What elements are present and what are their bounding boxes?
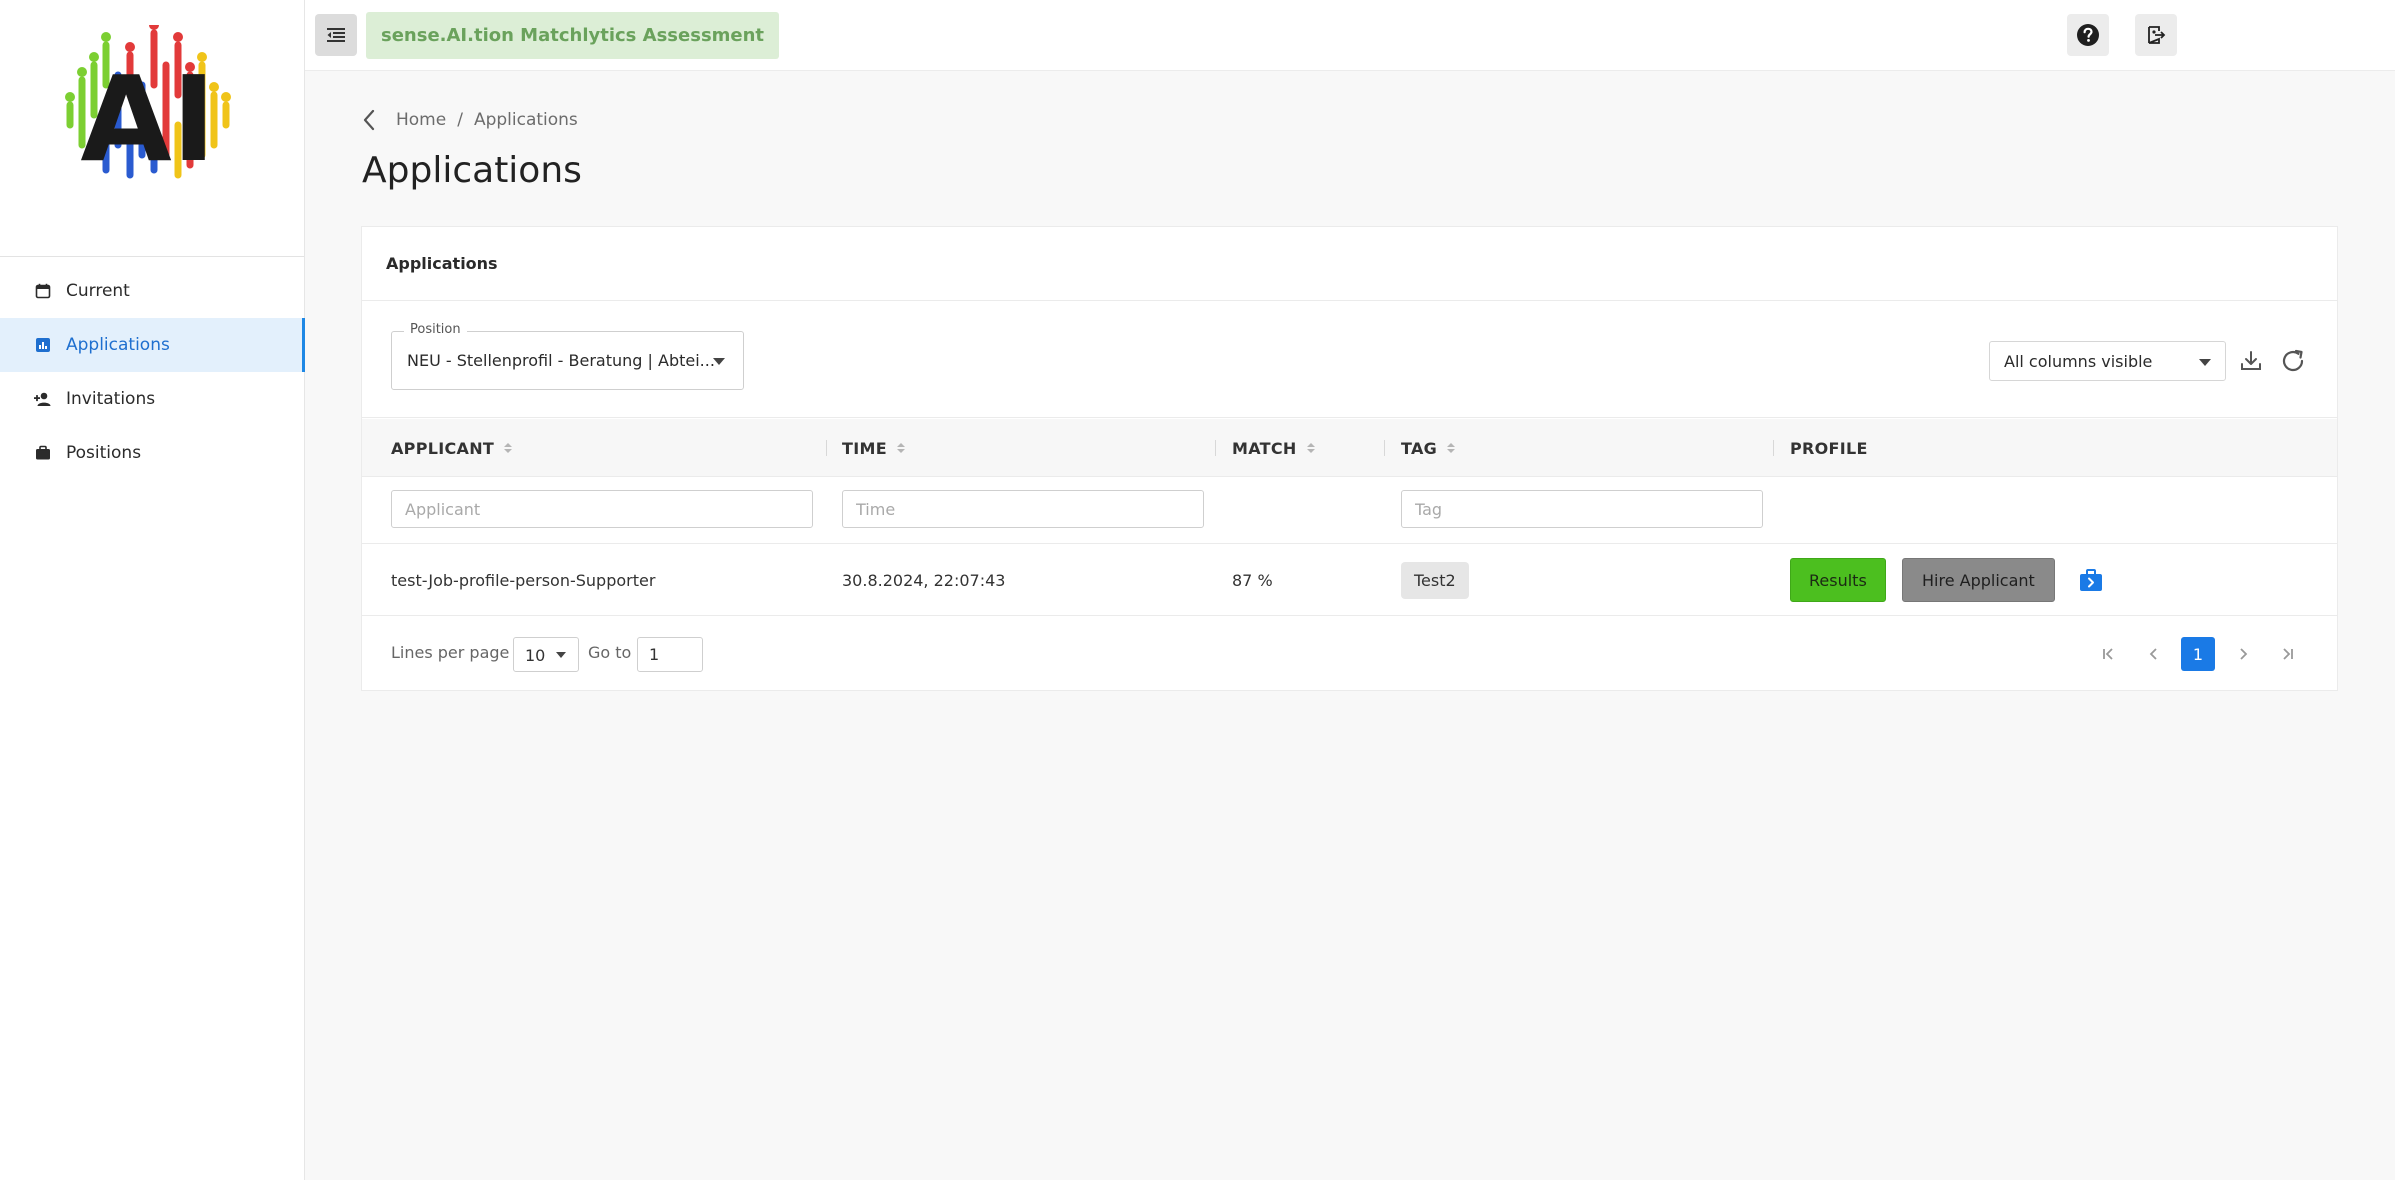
position-value: NEU - Stellenprofil - Beratung | Abtei..… — [407, 351, 715, 370]
person-add-icon — [34, 390, 52, 408]
results-button[interactable]: Results — [1790, 558, 1886, 602]
refresh-button[interactable] — [2277, 345, 2309, 377]
last-page-icon — [2283, 648, 2293, 660]
table-row: test-Job-profile-person-Supporter 30.8.2… — [362, 544, 2337, 616]
chevron-right-icon — [2240, 648, 2248, 660]
caret-down-icon — [2199, 359, 2211, 366]
logo-icon: AI — [65, 20, 231, 188]
pagination-bar: Lines per page 10 Go to 1 — [362, 617, 2337, 691]
sidebar-item-label: Current — [66, 281, 130, 301]
column-header-match[interactable]: MATCH — [1232, 419, 1315, 477]
refresh-icon — [2282, 349, 2304, 372]
sort-icon — [896, 443, 905, 453]
chevron-left-icon — [363, 109, 375, 131]
match-cell: 87 % — [1232, 570, 1273, 590]
sidebar-item-label: Positions — [66, 443, 142, 463]
logo: AI — [60, 20, 245, 205]
column-header-label: TAG — [1401, 438, 1438, 458]
sidebar-item-applications[interactable]: Applications — [0, 318, 305, 372]
column-divider — [1384, 440, 1385, 456]
time-cell: 30.8.2024, 22:07:43 — [842, 570, 1006, 590]
applications-card: Applications Position NEU - Stellenprofi… — [361, 226, 2338, 691]
sidebar-item-positions[interactable]: Positions — [0, 426, 305, 480]
svg-text:AI: AI — [80, 50, 215, 188]
column-header-time[interactable]: TIME — [842, 419, 905, 477]
open-profile-button[interactable] — [2078, 567, 2104, 593]
sort-icon — [1306, 443, 1315, 453]
breadcrumb: Home / Applications — [362, 106, 578, 134]
goto-label: Go to — [588, 643, 632, 662]
caret-down-icon — [713, 358, 725, 365]
page-title: Applications — [362, 150, 582, 191]
download-icon — [2241, 351, 2261, 370]
help-button[interactable] — [2067, 14, 2109, 56]
column-divider — [826, 440, 827, 456]
breadcrumb-separator: / — [457, 110, 463, 130]
logout-icon — [2148, 26, 2166, 44]
lines-per-page-value: 10 — [525, 646, 546, 665]
column-header-profile: PROFILE — [1790, 419, 1868, 477]
column-header-tag[interactable]: TAG — [1401, 419, 1456, 477]
sidebar-nav: Current Applications Invitations Positio… — [0, 264, 305, 480]
time-filter-input[interactable] — [842, 490, 1204, 528]
applicant-cell: test-Job-profile-person-Supporter — [391, 570, 656, 590]
table-toolbar: Position NEU - Stellenprofil - Beratung … — [362, 301, 2337, 418]
last-page-button[interactable] — [2270, 637, 2304, 671]
menu-collapse-icon — [327, 28, 345, 42]
breadcrumb-current: Applications — [473, 110, 578, 130]
lines-per-page-select[interactable]: 10 — [513, 637, 579, 672]
filter-row — [362, 477, 2337, 544]
caret-down-icon — [556, 652, 566, 658]
next-page-button[interactable] — [2226, 637, 2260, 671]
briefcase-icon — [34, 444, 52, 462]
logo-divider — [0, 256, 304, 257]
sidebar: AI Current Applications Invitations Posi… — [0, 0, 305, 1180]
first-page-icon — [2103, 648, 2113, 660]
hire-applicant-button[interactable]: Hire Applicant — [1902, 558, 2055, 602]
goto-page-input[interactable] — [637, 637, 703, 672]
first-page-button[interactable] — [2092, 637, 2126, 671]
column-divider — [1215, 440, 1216, 456]
tag-chip: Test2 — [1401, 561, 1469, 599]
app-title: sense.AI.tion Matchlytics Assessment — [366, 12, 780, 59]
position-label: Position — [404, 322, 467, 337]
logout-button[interactable] — [2135, 14, 2177, 56]
table-header: APPLICANT TIME MATCH TAG PROFILE — [362, 419, 2337, 477]
top-bar: sense.AI.tion Matchlytics Assessment — [305, 0, 2395, 71]
sidebar-item-label: Applications — [66, 335, 170, 355]
menu-toggle-button[interactable] — [315, 14, 357, 56]
chevron-left-icon — [2149, 648, 2157, 660]
sidebar-item-label: Invitations — [66, 389, 156, 409]
previous-page-button[interactable] — [2137, 637, 2171, 671]
applicant-filter-input[interactable] — [391, 490, 813, 528]
sort-icon — [504, 443, 513, 453]
calendar-icon — [34, 282, 52, 300]
sidebar-item-current[interactable]: Current — [0, 264, 305, 318]
tag-cell: Test2 — [1401, 544, 1469, 616]
sort-icon — [1447, 443, 1456, 453]
briefcase-arrow-icon — [2080, 569, 2102, 591]
column-divider — [1773, 440, 1774, 456]
download-button[interactable] — [2235, 345, 2267, 377]
position-select[interactable]: Position NEU - Stellenprofil - Beratung … — [391, 322, 744, 390]
breadcrumb-home-link[interactable]: Home — [396, 110, 446, 130]
columns-visibility-value: All columns visible — [2004, 352, 2153, 371]
column-header-label: APPLICANT — [391, 438, 495, 458]
card-header: Applications — [362, 227, 2337, 301]
columns-visibility-select[interactable]: All columns visible — [1989, 341, 2226, 381]
column-header-label: MATCH — [1232, 438, 1297, 458]
lines-per-page-label: Lines per page — [391, 643, 510, 662]
page-button-current[interactable]: 1 — [2181, 637, 2215, 671]
column-header-label: PROFILE — [1790, 438, 1868, 458]
column-header-applicant[interactable]: APPLICANT — [391, 419, 513, 477]
chart-icon — [34, 336, 52, 354]
back-button[interactable] — [362, 109, 376, 131]
tag-filter-input[interactable] — [1401, 490, 1763, 528]
column-header-label: TIME — [842, 438, 887, 458]
sidebar-item-invitations[interactable]: Invitations — [0, 372, 305, 426]
help-icon — [2077, 24, 2099, 46]
